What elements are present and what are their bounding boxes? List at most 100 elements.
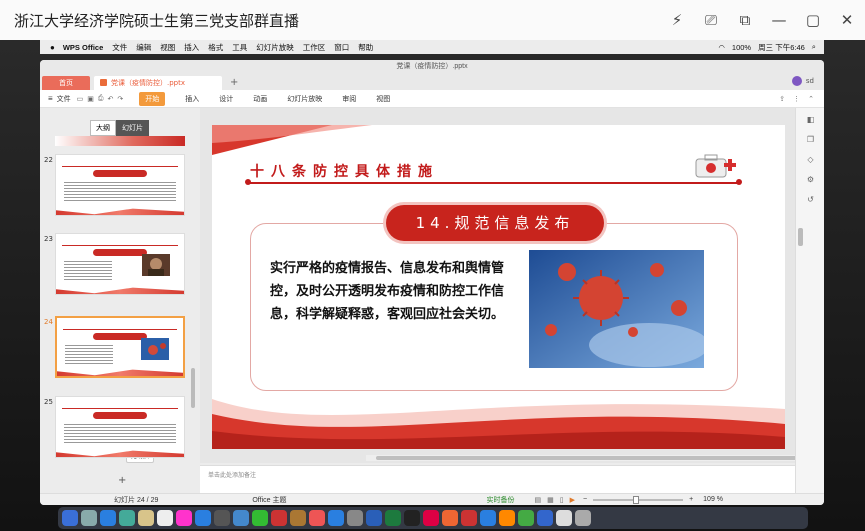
share-icon[interactable]: ⇪ [779,95,785,103]
calendar-icon[interactable] [157,510,173,526]
theme-name[interactable]: Office 主题 [252,495,286,505]
slides-toggle[interactable]: 幻灯片 [116,120,149,136]
music-icon[interactable] [309,510,325,526]
app-icon[interactable] [537,510,553,526]
slide-thumb-25[interactable] [55,396,185,458]
minimize-button[interactable]: — [771,11,787,29]
menu-format[interactable]: 格式 [208,42,223,53]
app-icon[interactable] [518,510,534,526]
menu-view[interactable]: 视图 [160,42,175,53]
play-icon[interactable]: ▶ [570,496,575,504]
app-icon[interactable] [461,510,477,526]
lightning-icon[interactable]: ⚡ [669,11,685,29]
folder-icon[interactable]: ▭ [77,95,84,103]
thumbnail-scrollbar[interactable] [191,368,195,408]
slide-thumb-23[interactable] [55,233,185,295]
menubar-clock[interactable]: 周三 下午6:46 [758,42,805,53]
word-icon[interactable] [195,510,211,526]
popout-icon[interactable]: ⧉ [737,11,753,29]
avatar[interactable] [791,76,802,86]
history-icon[interactable]: ↺ [796,192,824,208]
zoom-level[interactable]: 109 % [703,496,723,503]
backup-status[interactable]: 实时备份 [486,495,514,505]
user-name[interactable]: sd [806,77,814,85]
menu-insert[interactable]: 插入 [184,42,199,53]
word-icon[interactable] [366,510,382,526]
print-icon[interactable]: ⎙ [98,95,104,103]
menu-tools[interactable]: 工具 [232,42,247,53]
finder-icon[interactable] [62,510,78,526]
safari-icon[interactable] [100,510,116,526]
add-slide-button[interactable]: + [118,475,126,486]
outline-toggle[interactable]: 大纲 [90,120,116,136]
terminal-icon[interactable] [404,510,420,526]
trash-icon[interactable] [575,510,591,526]
canvas-scrollbar[interactable] [798,228,803,246]
wechat-icon[interactable] [252,510,268,526]
maximize-button[interactable]: ▢ [805,11,821,29]
app-icon[interactable] [423,510,439,526]
menu-slideshow[interactable]: 幻灯片放映 [256,42,294,53]
wps-icon[interactable] [442,510,458,526]
notes-area[interactable]: 单击此处添加备注 [200,465,795,493]
slide-thumb-24[interactable] [55,316,185,378]
tab-design[interactable]: 设计 [219,94,233,104]
document-icon[interactable] [556,510,572,526]
collapse-icon[interactable]: ⌃ [808,95,814,103]
tab-animation[interactable]: 动画 [253,94,267,104]
notes-icon[interactable] [138,510,154,526]
wifi-icon[interactable]: ◠ [718,43,725,52]
tab-home[interactable]: 首页 [42,76,90,90]
menu-file[interactable]: 文件 [112,42,127,53]
tab-start[interactable]: 开始 [139,91,166,106]
app-icon[interactable] [214,510,230,526]
shape-icon[interactable]: ◇ [796,152,824,168]
reading-view-icon[interactable]: ▯ [560,496,564,504]
save-icon[interactable]: ▣ [87,95,94,103]
format-icon[interactable]: ◧ [796,112,824,128]
messages-icon[interactable] [119,510,135,526]
apple-icon[interactable]: ● [50,43,55,52]
settings-app-icon[interactable] [347,510,363,526]
slide-sorter-icon[interactable]: ▦ [547,496,554,504]
previous-slide-fragment[interactable] [55,136,185,146]
menu-window[interactable]: 窗口 [334,42,349,53]
normal-view-icon[interactable]: ▤ [534,496,541,504]
tab-view[interactable]: 视图 [376,94,390,104]
excel-icon[interactable] [385,510,401,526]
tab-review[interactable]: 审阅 [342,94,356,104]
menu-help[interactable]: 帮助 [358,42,373,53]
battery-label[interactable]: 100% [732,43,751,52]
new-tab-button[interactable]: + [230,76,238,90]
app-icon[interactable] [290,510,306,526]
redo-icon[interactable]: ↷ [117,95,123,103]
menu-app-name[interactable]: WPS Office [63,43,103,52]
zoom-in-icon[interactable]: + [689,496,693,503]
app-icon[interactable] [271,510,287,526]
photos-icon[interactable] [176,510,192,526]
menu-workspace[interactable]: 工作区 [303,42,326,53]
share-screen-icon[interactable]: ⎚ [703,11,719,29]
firefox-icon[interactable] [499,510,515,526]
zoom-out-icon[interactable]: − [583,496,587,503]
undo-icon[interactable]: ↶ [108,95,114,103]
slide-thumb-22[interactable] [55,154,185,216]
app-icon[interactable] [233,510,249,526]
search-icon[interactable]: ⌕ [812,42,816,52]
ribbon-file[interactable]: 文件 [57,94,71,104]
tab-insert[interactable]: 插入 [185,94,199,104]
menu-edit[interactable]: 编辑 [136,42,151,53]
copy-style-icon[interactable]: ❐ [796,132,824,148]
close-button[interactable]: ✕ [839,11,855,29]
tab-slideshow[interactable]: 幻灯片放映 [287,94,322,104]
app-icon[interactable] [480,510,496,526]
tab-document[interactable]: 党课（疫情防控）.pptx [94,76,222,90]
hamburger-menu-icon[interactable]: ≡ [48,94,53,103]
settings-icon[interactable]: ⚙ [796,172,824,188]
horizontal-scrollbar[interactable] [366,455,824,461]
launchpad-icon[interactable] [81,510,97,526]
zoom-slider[interactable] [593,495,684,504]
current-slide[interactable]: 十八条防控具体措施 14.规范信息发布 实行严格的疫情报告、信息发布和舆情管控，… [212,125,785,449]
more-icon[interactable]: ⋮ [793,95,800,103]
appstore-icon[interactable] [328,510,344,526]
